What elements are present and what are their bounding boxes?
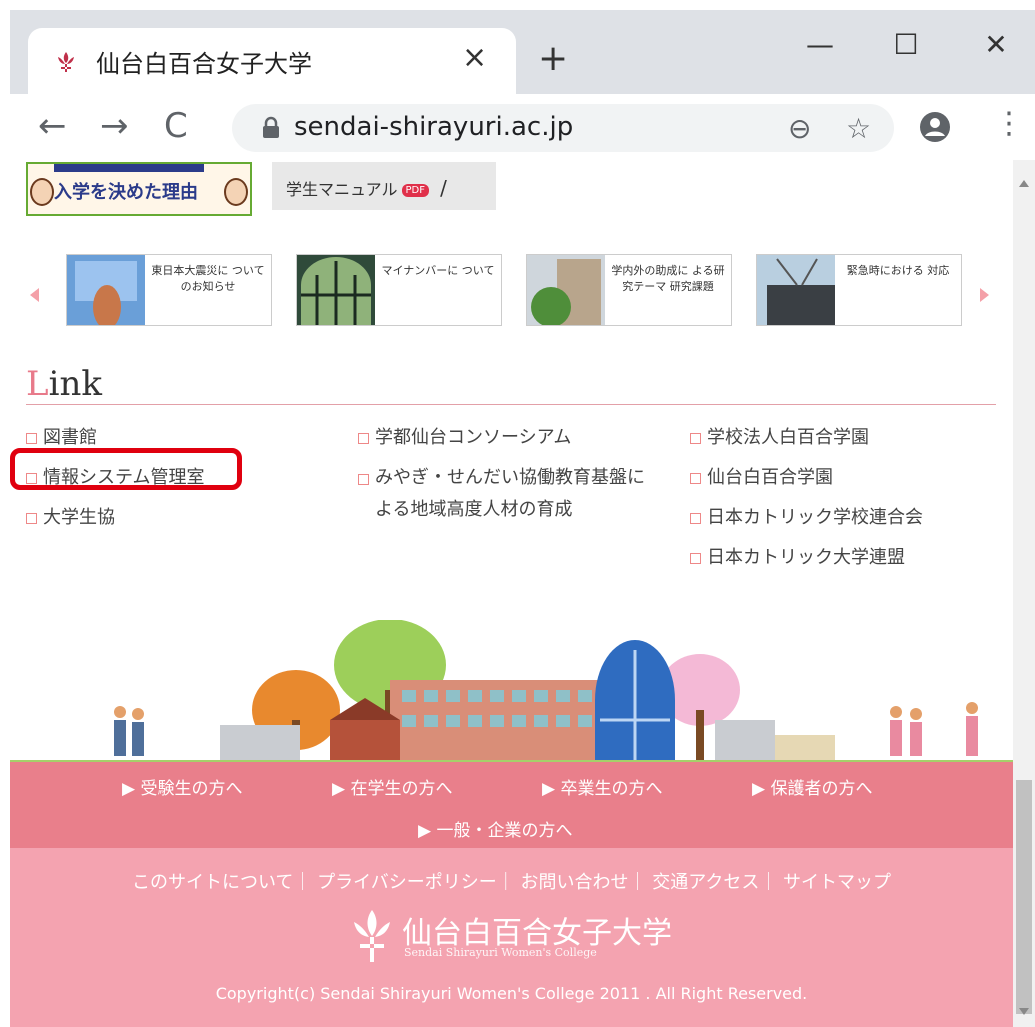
banner-header-strip	[54, 164, 204, 172]
reload-icon[interactable]: C	[164, 106, 188, 146]
nav-alumni[interactable]: ▶ 卒業生の方へ	[542, 774, 662, 799]
nav-prospective-students[interactable]: ▶ 受験生の方へ	[122, 774, 242, 799]
nav-general-business[interactable]: ▶ 一般・企業の方へ	[418, 816, 572, 841]
footer-links[interactable]: このサイトについて｜ プライバシーポリシー｜ お問い合わせ｜ 交通アクセス｜ サ…	[10, 868, 1013, 894]
manual-label: 学生マニュアル	[286, 180, 398, 199]
profile-icon[interactable]	[918, 110, 952, 144]
carousel-card[interactable]: 東日本大震災に ついてのお知らせ	[66, 254, 272, 326]
zoom-icon[interactable]: ⊖	[788, 112, 811, 145]
tab-close-icon[interactable]: ×	[462, 40, 487, 75]
nav-parents[interactable]: ▶ 保護者の方へ	[752, 774, 872, 799]
footer-navigation: ▶ 受験生の方へ ▶ 在学生の方へ ▶ 卒業生の方へ ▶ 保護者の方へ ▶ 一般…	[10, 762, 1013, 848]
link-label: 仙台白百合学園	[707, 467, 833, 488]
page-content: 入学を決めた理由 学生マニュアル PDF / 東日本大震災に ついてのお知らせ マ…	[10, 160, 1013, 1027]
nav-current-students[interactable]: ▶ 在学生の方へ	[332, 774, 452, 799]
bullet-icon	[358, 474, 369, 485]
card-thumbnail	[527, 255, 605, 325]
scroll-up-icon[interactable]	[1019, 180, 1029, 187]
heading-divider	[26, 404, 996, 405]
browser-toolbar: ← → C sendai-shirayuri.ac.jp ⊖ ☆ ⋮	[10, 94, 1035, 160]
card-text: 学内外の助成に よる研究テーマ 研究課題	[611, 264, 725, 293]
link-gakuto-consortium[interactable]: 学都仙台コンソーシアム	[358, 418, 658, 458]
student-face-icon	[30, 178, 54, 206]
highlight-box	[10, 448, 242, 490]
link-label: 学校法人白百合学園	[707, 427, 869, 448]
maximize-button[interactable]: ☐	[886, 24, 926, 64]
tab-title: 仙台白百合女子大学	[96, 50, 312, 78]
links-column-2: 学都仙台コンソーシアム みやぎ・せんだい協働教育基盤による地域高度人材の育成	[358, 418, 658, 526]
link-university-coop[interactable]: 大学生協	[26, 498, 204, 538]
bullet-icon	[358, 433, 369, 444]
lock-icon	[263, 116, 279, 138]
carousel-prev-icon[interactable]	[30, 288, 39, 302]
vertical-scrollbar[interactable]	[1013, 160, 1035, 1027]
back-arrow-icon[interactable]: ←	[38, 106, 67, 146]
carousel-card[interactable]: 学内外の助成に よる研究テーマ 研究課題	[526, 254, 732, 326]
heading-rest: ink	[48, 364, 102, 404]
copyright: Copyright(c) Sendai Shirayuri Women's Co…	[215, 984, 808, 1003]
links-column-3: 学校法人白百合学園 仙台白百合学園 日本カトリック学校連合会 日本カトリック大学…	[690, 418, 923, 578]
new-tab-button[interactable]: +	[538, 38, 568, 79]
card-text: 東日本大震災に ついてのお知らせ	[151, 264, 265, 293]
card-thumbnail	[297, 255, 375, 325]
student-face-icon	[224, 178, 248, 206]
bullet-icon	[690, 553, 701, 564]
forward-arrow-icon[interactable]: →	[100, 106, 129, 146]
link-label: 学都仙台コンソーシアム	[375, 427, 572, 448]
campus-illustration	[10, 620, 1013, 765]
card-thumbnail	[757, 255, 835, 325]
footer-logo-subtitle: Sendai Shirayuri Women's College	[404, 946, 597, 959]
minimize-button[interactable]: —	[800, 24, 840, 64]
pdf-badge: PDF	[401, 184, 430, 197]
bullet-icon	[26, 433, 37, 444]
footer-logo: 仙台白百合女子大学 Sendai Shirayuri Women's Colle…	[340, 908, 690, 968]
carousel-card[interactable]: マイナンバーに ついて	[296, 254, 502, 326]
heading-first-letter: L	[26, 364, 49, 404]
lily-favicon-icon	[58, 52, 74, 72]
card-thumbnail	[67, 255, 145, 325]
browser-tab[interactable]: 仙台白百合女子大学 ×	[28, 28, 516, 94]
link-section-heading: Link	[26, 364, 102, 404]
link-miyagi-education[interactable]: みやぎ・せんだい協働教育基盤による地域高度人材の育成	[358, 462, 658, 526]
carousel-next-icon[interactable]	[980, 288, 989, 302]
link-catholic-universities[interactable]: 日本カトリック大学連盟	[690, 538, 923, 578]
bookmark-star-icon[interactable]: ☆	[846, 112, 871, 145]
browser-chrome: 仙台白百合女子大学 × + — ☐ ✕ ← → C sendai-shirayu…	[10, 10, 1035, 160]
scroll-down-icon[interactable]	[1019, 1008, 1029, 1015]
link-label: みやぎ・せんだい協働教育基盤による地域高度人材の育成	[375, 467, 645, 520]
reason-banner-text: 入学を決めた理由	[54, 182, 198, 203]
manual-banner[interactable]: 学生マニュアル PDF /	[272, 162, 496, 210]
link-label: 大学生協	[43, 507, 115, 528]
link-label: 日本カトリック大学連盟	[707, 547, 905, 568]
url-text: sendai-shirayuri.ac.jp	[294, 112, 574, 142]
scroll-thumb[interactable]	[1016, 780, 1032, 1014]
card-text: 緊急時における 対応	[846, 264, 950, 277]
bullet-icon	[690, 513, 701, 524]
bullet-icon	[690, 433, 701, 444]
reason-banner[interactable]: 入学を決めた理由	[26, 162, 252, 216]
link-catholic-schools[interactable]: 日本カトリック学校連合会	[690, 498, 923, 538]
close-window-button[interactable]: ✕	[976, 24, 1016, 64]
manual-banner-text: 学生マニュアル PDF /	[286, 176, 447, 200]
footer: このサイトについて｜ プライバシーポリシー｜ お問い合わせ｜ 交通アクセス｜ サ…	[10, 848, 1013, 1027]
link-sendai-shirayuri-gakuen[interactable]: 仙台白百合学園	[690, 458, 923, 498]
menu-kebab-icon[interactable]: ⋮	[994, 106, 1024, 141]
bullet-icon	[26, 513, 37, 524]
card-text: マイナンバーに ついて	[381, 264, 495, 277]
pencil-icon: /	[440, 176, 447, 200]
link-shirayuri-gakuen[interactable]: 学校法人白百合学園	[690, 418, 923, 458]
lily-crest-icon	[354, 910, 390, 962]
address-bar[interactable]: sendai-shirayuri.ac.jp ⊖ ☆	[232, 104, 894, 152]
link-label: 日本カトリック学校連合会	[707, 507, 923, 528]
bullet-icon	[690, 473, 701, 484]
carousel-card[interactable]: 緊急時における 対応	[756, 254, 962, 326]
